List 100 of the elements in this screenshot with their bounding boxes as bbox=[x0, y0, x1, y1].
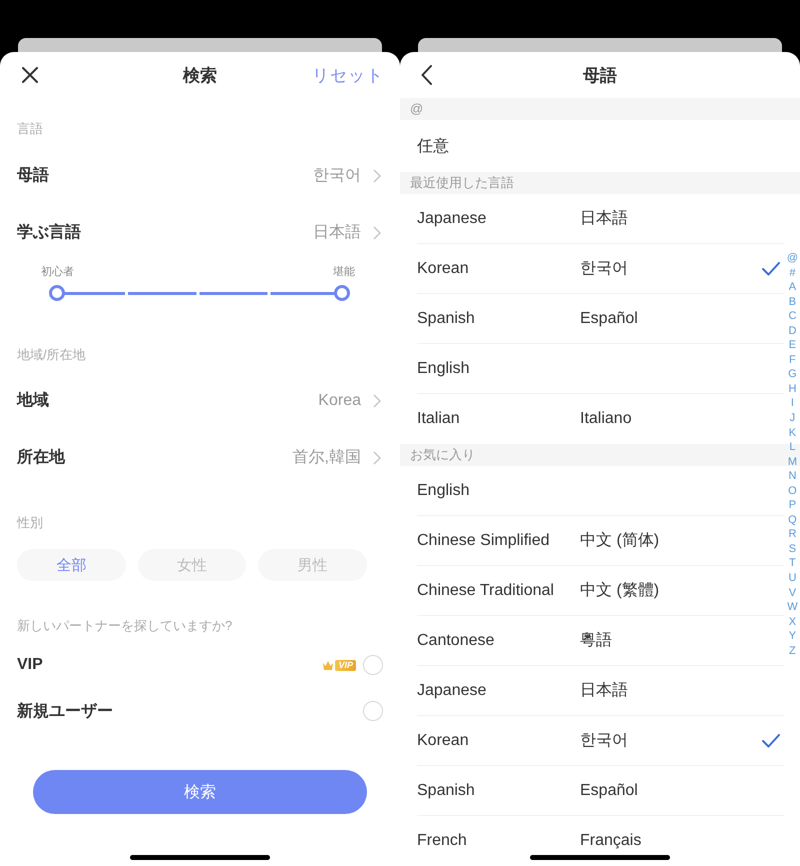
index-letter[interactable]: I bbox=[790, 396, 794, 412]
setting-value[interactable]: 日本語 bbox=[313, 222, 361, 243]
search-button[interactable]: 検索 bbox=[33, 770, 367, 814]
language-name: English bbox=[417, 360, 470, 378]
language-row[interactable]: Spanish Español bbox=[417, 294, 784, 344]
native-language-name: 中文 (繁體) bbox=[580, 580, 660, 601]
index-letter[interactable]: # bbox=[789, 266, 796, 280]
index-letter[interactable]: Q bbox=[788, 512, 797, 528]
language-row[interactable]: English bbox=[417, 344, 784, 394]
slider-min-label: 初心者 bbox=[41, 265, 74, 279]
chevron-right-icon[interactable] bbox=[373, 168, 381, 182]
native-language-name: Italiano bbox=[580, 410, 632, 428]
section-header: @ bbox=[410, 100, 424, 118]
radio-button[interactable] bbox=[363, 655, 383, 675]
native-language-name: 日本語 bbox=[580, 208, 628, 229]
index-letter[interactable]: M bbox=[788, 454, 797, 470]
native-language-name: Español bbox=[580, 782, 638, 800]
index-letter[interactable]: Z bbox=[789, 644, 796, 658]
slider-handle[interactable] bbox=[334, 285, 350, 301]
index-letter[interactable]: S bbox=[788, 542, 796, 556]
vip-badge: VIP bbox=[335, 660, 356, 670]
language-name: Italian bbox=[417, 410, 461, 428]
index-letter[interactable]: @ bbox=[786, 251, 798, 266]
language-name: Chinese Traditional bbox=[417, 582, 555, 600]
crown-icon bbox=[322, 660, 334, 670]
setting-value[interactable]: 首尔,韓国 bbox=[292, 447, 361, 468]
index-letter[interactable]: X bbox=[788, 614, 796, 630]
section-header: お気に入り bbox=[410, 446, 475, 464]
index-letter[interactable]: R bbox=[788, 527, 796, 542]
language-name: Chinese Simplified bbox=[417, 532, 551, 550]
language-name: Korean bbox=[417, 260, 470, 278]
option-label: VIP bbox=[17, 656, 43, 674]
index-letter[interactable]: U bbox=[788, 571, 796, 586]
setting-label: 所在地 bbox=[17, 448, 65, 468]
index-letter[interactable]: L bbox=[789, 440, 796, 455]
gender-option[interactable]: 女性 bbox=[138, 549, 246, 581]
language-row[interactable]: Italian Italiano bbox=[417, 394, 784, 444]
option-label: 新規ユーザー bbox=[17, 701, 113, 722]
language-name: Japanese bbox=[417, 210, 488, 228]
section-header: 最近使用した言語 bbox=[410, 174, 514, 192]
reset-link[interactable]: リセット bbox=[312, 64, 384, 86]
section-header: 言語 bbox=[17, 121, 43, 136]
language-name: English bbox=[417, 482, 470, 500]
chevron-right-icon[interactable] bbox=[373, 394, 381, 408]
slider-track[interactable] bbox=[49, 285, 350, 301]
language-row[interactable]: English bbox=[417, 466, 784, 516]
section-header: 性別 bbox=[17, 515, 43, 530]
panel-title: 検索 bbox=[183, 64, 217, 86]
index-letter[interactable]: E bbox=[788, 338, 796, 353]
slider-max-label: 堪能 bbox=[333, 265, 355, 279]
index-letter[interactable]: H bbox=[788, 382, 796, 396]
index-letter[interactable]: W bbox=[787, 600, 798, 615]
language-row[interactable]: Japanese 日本語 bbox=[417, 194, 784, 244]
panel-title: 母語 bbox=[583, 64, 617, 86]
index-letter[interactable]: O bbox=[788, 484, 797, 498]
language-row[interactable]: Korean 한국어 bbox=[417, 244, 784, 294]
language-row[interactable]: Spanish Español bbox=[417, 766, 784, 816]
section-header: 新しいパートナーを探していますか? bbox=[17, 618, 232, 633]
language-row[interactable]: Korean 한국어 bbox=[417, 716, 784, 766]
index-letter[interactable]: V bbox=[788, 586, 796, 600]
slider-handle[interactable] bbox=[49, 285, 65, 301]
native-language-name: 日本語 bbox=[580, 680, 628, 701]
index-letter[interactable]: J bbox=[790, 411, 796, 426]
chevron-right-icon[interactable] bbox=[373, 226, 381, 240]
setting-label: 学ぶ言語 bbox=[17, 222, 81, 243]
gender-option[interactable]: 男性 bbox=[258, 549, 368, 581]
language-name: 任意 bbox=[417, 136, 450, 156]
native-language-name: 한국어 bbox=[580, 259, 628, 279]
index-letter[interactable]: K bbox=[788, 426, 796, 440]
index-letter[interactable]: G bbox=[788, 367, 797, 382]
index-letter[interactable]: B bbox=[788, 294, 796, 310]
radio-button[interactable] bbox=[363, 701, 383, 721]
language-row[interactable]: Chinese Simplified 中文 (简体) bbox=[417, 516, 784, 566]
index-letter[interactable]: D bbox=[788, 324, 796, 338]
language-row[interactable]: French Français bbox=[417, 816, 784, 866]
setting-value[interactable]: Korea bbox=[318, 392, 361, 410]
language-row[interactable]: Cantonese 粵語 bbox=[417, 616, 784, 666]
setting-value[interactable]: 한국어 bbox=[313, 165, 361, 186]
language-row[interactable]: Japanese 日本語 bbox=[417, 666, 784, 716]
index-letter[interactable]: A bbox=[788, 280, 796, 295]
setting-label: 母語 bbox=[17, 165, 49, 186]
index-letter[interactable]: N bbox=[788, 469, 796, 484]
index-letter[interactable]: C bbox=[788, 309, 796, 324]
setting-label: 地域 bbox=[17, 390, 49, 411]
language-name: Cantonese bbox=[417, 632, 496, 650]
language-name: Korean bbox=[417, 732, 470, 750]
back-icon[interactable] bbox=[421, 65, 433, 85]
section-header: 地域/所在地 bbox=[17, 347, 86, 362]
language-row[interactable]: 任意 bbox=[417, 120, 784, 172]
native-language-name: 粵語 bbox=[580, 631, 612, 651]
language-row[interactable]: Chinese Traditional 中文 (繁體) bbox=[417, 566, 784, 616]
close-icon[interactable] bbox=[22, 67, 38, 83]
native-language-name: Español bbox=[580, 310, 638, 328]
index-letter[interactable]: T bbox=[789, 556, 796, 572]
chevron-right-icon[interactable] bbox=[373, 450, 381, 464]
index-letter[interactable]: Y bbox=[788, 629, 796, 644]
language-name: Spanish bbox=[417, 310, 476, 328]
index-letter[interactable]: F bbox=[789, 352, 796, 368]
index-letter[interactable]: P bbox=[788, 498, 796, 513]
gender-option[interactable]: 全部 bbox=[17, 549, 126, 581]
